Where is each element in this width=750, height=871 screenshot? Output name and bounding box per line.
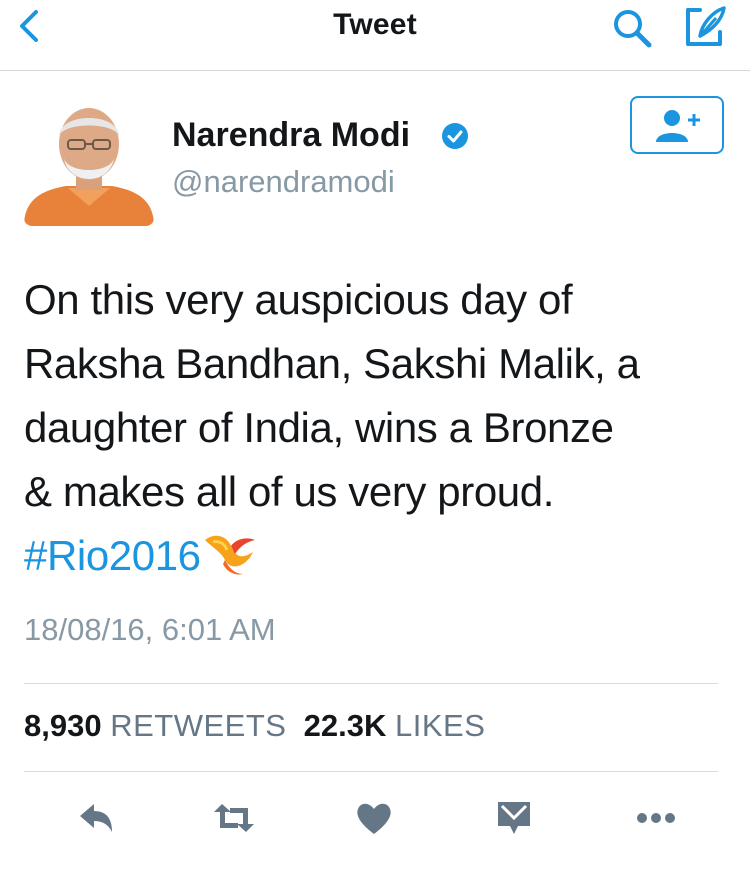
divider [24,683,718,684]
search-button[interactable] [608,4,656,52]
follow-button[interactable] [630,96,724,154]
likes-stat[interactable]: 22.3K LIKES [304,708,486,744]
more-icon [637,813,675,823]
retweets-label: RETWEETS [110,708,287,743]
avatar[interactable] [24,98,154,226]
compose-icon [686,6,726,46]
author-handle[interactable]: @narendramodi [172,164,395,200]
tweet-timestamp: 18/08/16, 6:01 AM [24,612,276,647]
reply-icon [80,804,112,832]
rio2016-emoji-icon [204,535,255,575]
search-icon [614,10,652,48]
tweet-text-line: On this very auspicious day of [24,276,573,323]
direct-message-button[interactable] [484,790,544,846]
like-icon [357,803,391,834]
verified-badge-icon [442,123,468,149]
hashtag-line: #Rio2016 [24,524,734,588]
profile-photo [24,98,154,226]
more-button[interactable] [624,790,684,846]
tweet-stats: 8,930 RETWEETS 22.3K LIKES [24,708,485,744]
retweet-button[interactable] [202,790,262,846]
tweet-actions [0,790,750,850]
retweets-stat[interactable]: 8,930 RETWEETS [24,708,286,744]
reply-button[interactable] [66,790,126,846]
retweet-icon [214,804,254,832]
likes-label: LIKES [395,708,486,743]
direct-message-icon [498,802,530,834]
divider [24,771,718,772]
retweets-count: 8,930 [24,708,102,743]
add-user-icon [656,110,700,142]
tweet-text: On this very auspicious day of Raksha Ba… [24,268,734,588]
hashtag-link[interactable]: #Rio2016 [24,532,201,579]
tweet-detail-screen: Tweet Narendra Modi @narendramodi On thi… [0,0,750,871]
tweet-text-line: daughter of India, wins a Bronze [24,404,614,451]
author-name[interactable]: Narendra Modi [172,116,410,155]
compose-button[interactable] [680,2,730,52]
likes-count: 22.3K [303,708,387,743]
like-button[interactable] [344,790,404,846]
tweet-text-line: & makes all of us very proud. [24,468,554,515]
tweet-text-line: Raksha Bandhan, Sakshi Malik, a [24,340,640,387]
navigation-bar: Tweet [0,0,750,71]
